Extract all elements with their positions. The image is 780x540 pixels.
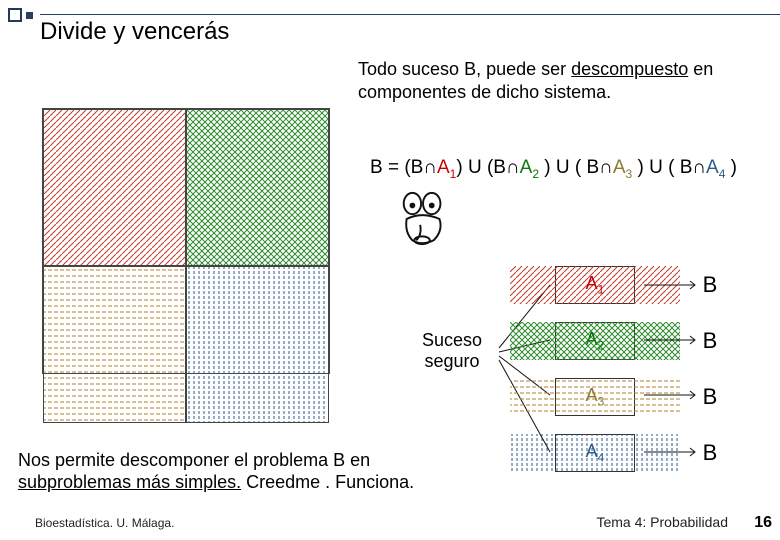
conclusion-underlined: subproblemas más simples. xyxy=(18,472,241,492)
hatch-a1-icon xyxy=(44,110,185,265)
bullet-small-icon xyxy=(26,12,33,19)
a1-box: A1 xyxy=(555,266,635,304)
f-a1: A1 xyxy=(437,157,456,178)
hatch-a3-icon xyxy=(44,267,185,422)
f-a2: A2 xyxy=(520,157,539,178)
f-m1: ) U (B∩ xyxy=(456,157,519,178)
page-number: 16 xyxy=(754,514,772,532)
header-bullets xyxy=(8,8,37,22)
f-tail: ) xyxy=(725,157,737,178)
a4-label: A4 xyxy=(586,441,605,465)
f-a3: A3 xyxy=(613,157,632,178)
a2-box: A2 xyxy=(555,322,635,360)
thinking-face-icon xyxy=(395,190,453,248)
bullet-large-icon xyxy=(8,8,22,22)
grid-cell-a3 xyxy=(43,266,186,423)
f-m2: ) U ( B∩ xyxy=(539,157,613,178)
suceso-l1: Suceso xyxy=(408,330,496,351)
header-rule xyxy=(40,14,780,15)
a4-box: A4 xyxy=(555,434,635,472)
a3-label: A3 xyxy=(586,385,605,409)
partition-grid xyxy=(42,108,330,374)
conclusion-l2: subproblemas más simples. Creedme . Func… xyxy=(18,472,448,494)
conclusion-l1: Nos permite descomponer el problema B en xyxy=(18,450,448,472)
intro-underlined: descompuesto xyxy=(571,59,688,79)
suceso-l2: seguro xyxy=(408,351,496,372)
grid-cell-a4 xyxy=(186,266,329,423)
a3-box: A3 xyxy=(555,378,635,416)
f-m3: ) U ( B∩ xyxy=(632,157,706,178)
intro-text: Todo suceso B, puede ser descompuesto en… xyxy=(358,58,754,103)
conclusion-rest: Creedme . Funciona. xyxy=(241,472,414,492)
arrow-lines-icon xyxy=(640,270,710,470)
conclusion-text: Nos permite descomponer el problema B en… xyxy=(18,450,448,493)
footer-right: Tema 4: Probabilidad xyxy=(596,514,728,530)
f-lead: B = (B∩ xyxy=(370,157,437,178)
hatch-a2-icon xyxy=(187,110,328,265)
decomposition-formula: B = (B∩A1) U (B∩A2 ) U ( B∩A3 ) U ( B∩A4… xyxy=(370,157,737,181)
intro-pre: Todo suceso B, puede ser xyxy=(358,59,571,79)
suceso-seguro-label: Suceso seguro xyxy=(408,330,496,371)
a1-label: A1 xyxy=(586,273,605,297)
a2-label: A2 xyxy=(586,329,605,353)
grid-cell-a1 xyxy=(43,109,186,266)
f-a4: A4 xyxy=(706,157,725,178)
hatch-a4-icon xyxy=(187,267,328,422)
page-title: Divide y vencerás xyxy=(40,18,229,46)
footer-left: Bioestadística. U. Málaga. xyxy=(35,516,174,530)
grid-cell-a2 xyxy=(186,109,329,266)
